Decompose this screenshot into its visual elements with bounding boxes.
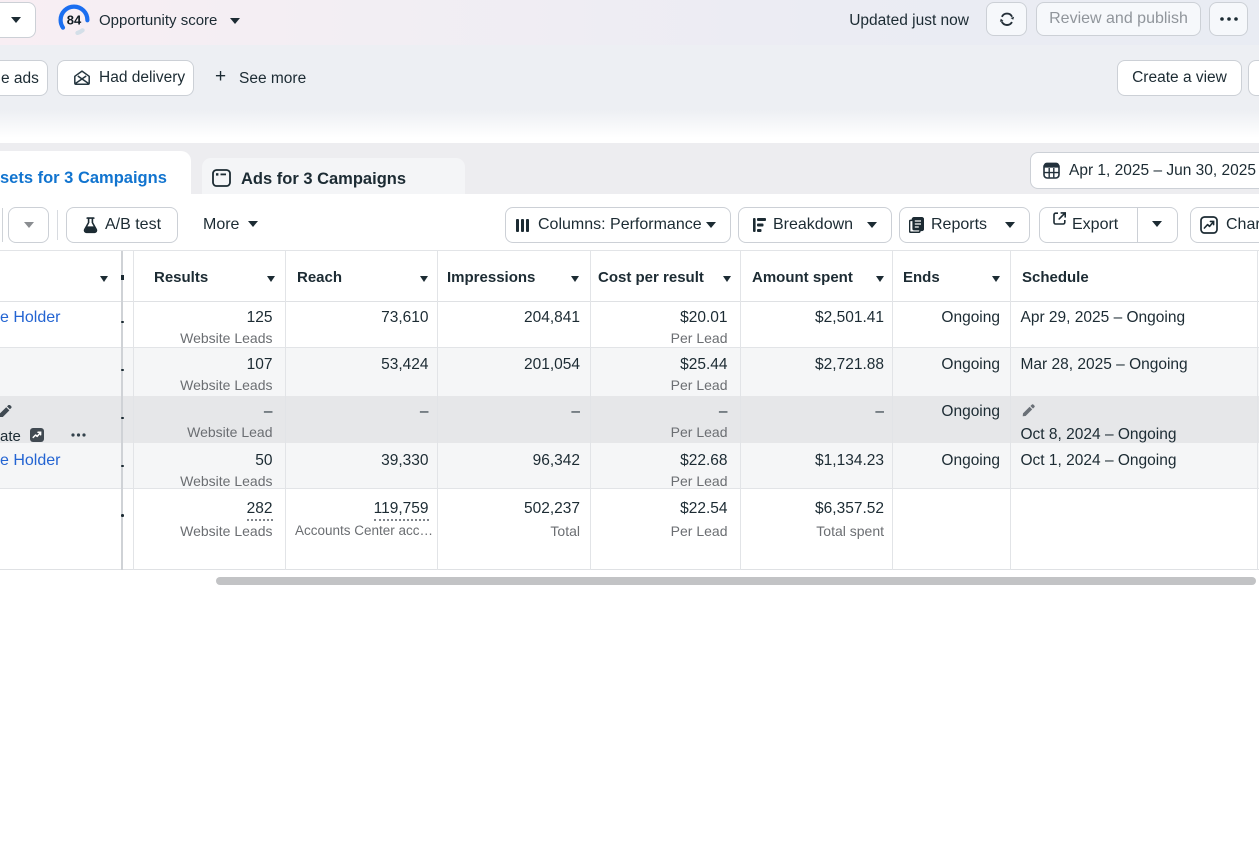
svg-text:84: 84 bbox=[67, 13, 82, 28]
